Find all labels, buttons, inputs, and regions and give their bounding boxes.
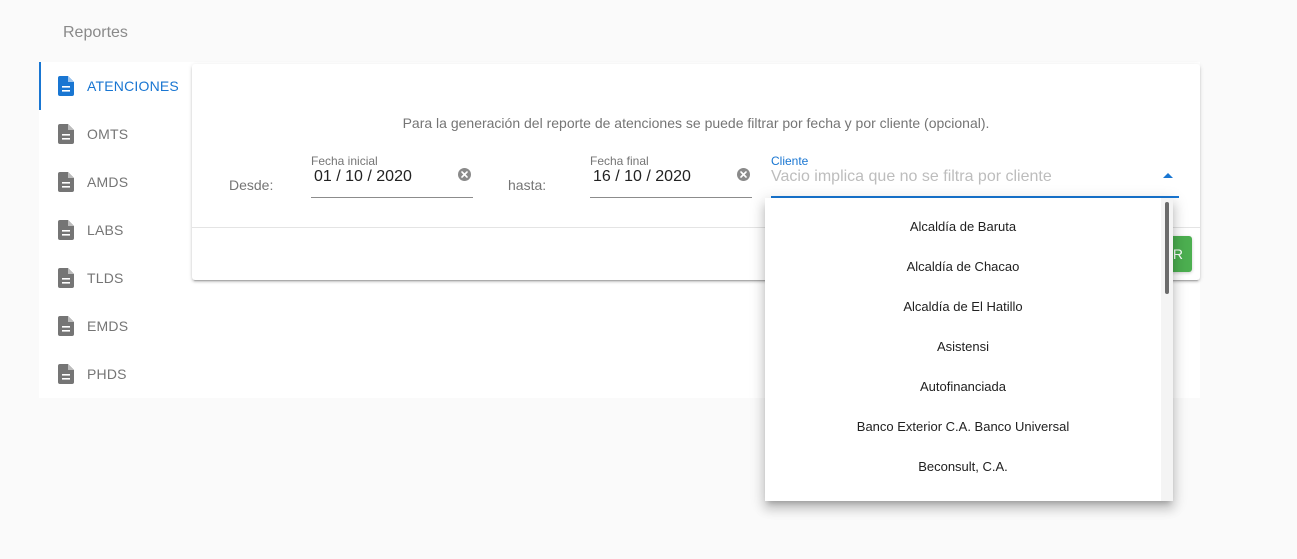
page-title: Reportes — [63, 24, 128, 41]
document-icon — [56, 171, 76, 193]
generate-button-label: R — [1172, 246, 1183, 262]
sidebar-item-labs[interactable]: LABS — [39, 206, 191, 254]
report-description: Para la generación del reporte de atenci… — [402, 115, 990, 131]
sidebar: ATENCIONES OMTS AMDS LABS TLDS EMDS PHDS — [39, 62, 191, 398]
document-icon — [56, 363, 76, 385]
sidebar-item-phds[interactable]: PHDS — [39, 350, 191, 398]
desde-label: Desde: — [229, 177, 274, 193]
client-option[interactable]: Beconsult, C.A. — [765, 446, 1161, 486]
start-date-input[interactable]: 01 / 10 / 2020 — [314, 168, 412, 186]
client-option[interactable]: Alcaldía de Chacao — [765, 246, 1161, 286]
document-icon — [56, 315, 76, 337]
client-label: Cliente — [771, 154, 809, 168]
hasta-label: hasta: — [508, 177, 547, 193]
client-option[interactable]: Alcaldía de Baruta — [765, 206, 1161, 246]
reports-page: Reportes ATENCIONES OMTS AMDS LABS TLDS … — [0, 0, 1297, 559]
client-option[interactable]: Banco Exterior C.A. Banco Universal — [765, 406, 1161, 446]
start-date-label: Fecha inicial — [311, 154, 378, 168]
sidebar-item-amds[interactable]: AMDS — [39, 158, 191, 206]
clear-icon[interactable] — [458, 168, 471, 181]
document-icon — [56, 75, 76, 97]
end-date-field[interactable]: Fecha final 16 / 10 / 2020 — [590, 154, 752, 198]
sidebar-item-label: TLDS — [87, 270, 124, 286]
end-date-input[interactable]: 16 / 10 / 2020 — [593, 168, 691, 186]
sidebar-item-label: AMDS — [87, 174, 129, 190]
clear-icon[interactable] — [737, 168, 750, 181]
start-date-underline — [311, 197, 473, 198]
sidebar-item-label: PHDS — [87, 366, 127, 382]
client-option[interactable]: Asistensi — [765, 326, 1161, 366]
client-placeholder: Vacio implica que no se filtra por clien… — [771, 168, 1052, 185]
caret-up-icon[interactable] — [1163, 173, 1173, 178]
document-icon — [56, 123, 76, 145]
start-date-field[interactable]: Fecha inicial 01 / 10 / 2020 — [311, 154, 473, 198]
sidebar-item-tlds[interactable]: TLDS — [39, 254, 191, 302]
sidebar-item-omts[interactable]: OMTS — [39, 110, 191, 158]
sidebar-item-label: EMDS — [87, 318, 129, 334]
sidebar-item-atenciones[interactable]: ATENCIONES — [39, 62, 191, 110]
sidebar-item-label: LABS — [87, 222, 124, 238]
document-icon — [56, 219, 76, 241]
client-select[interactable]: Cliente Vacio implica que no se filtra p… — [771, 154, 1179, 198]
document-icon — [56, 267, 76, 289]
client-dropdown-menu: Alcaldía de Baruta Alcaldía de Chacao Al… — [765, 198, 1173, 501]
end-date-label: Fecha final — [590, 154, 649, 168]
end-date-underline — [590, 197, 752, 198]
sidebar-item-emds[interactable]: EMDS — [39, 302, 191, 350]
scrollbar-thumb[interactable] — [1165, 202, 1169, 294]
client-option[interactable]: Autofinanciada — [765, 366, 1161, 406]
sidebar-item-label: ATENCIONES — [87, 78, 179, 94]
sidebar-item-label: OMTS — [87, 126, 129, 142]
client-option[interactable]: Alcaldía de El Hatillo — [765, 286, 1161, 326]
